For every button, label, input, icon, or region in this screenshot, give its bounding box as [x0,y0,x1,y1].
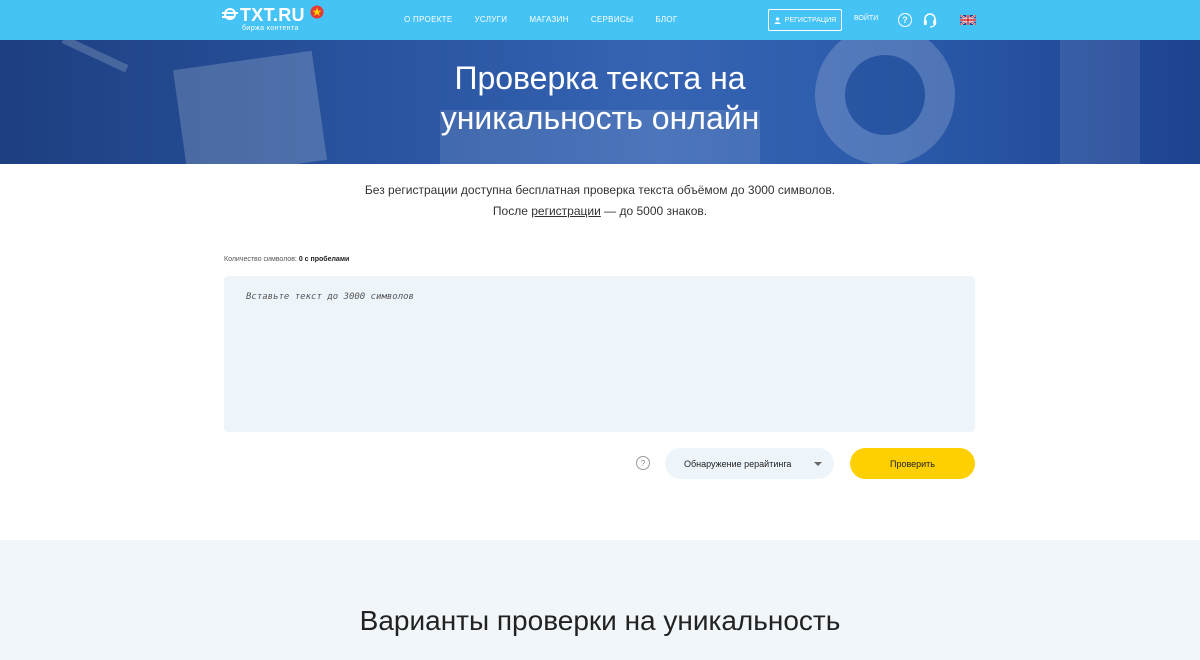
character-count: Количество символов: 0 с пробелами [224,256,349,263]
hero-banner: Проверка текста на уникальность онлайн [0,40,1200,164]
intro-line-2-suffix: — до 5000 знаков. [600,204,708,218]
register-button[interactable]: РЕГИСТРАЦИЯ [768,9,842,31]
register-label: РЕГИСТРАЦИЯ [784,16,837,24]
logo-main: TXT.RU [222,5,305,25]
nav-item-blog[interactable]: БЛОГ [655,14,677,26]
logo-star-icon [310,5,324,19]
logo-subtext: биржа контента [242,25,299,32]
chevron-down-icon [814,462,822,466]
headset-icon[interactable] [922,12,938,28]
nav-item-services[interactable]: УСЛУГИ [475,14,508,26]
check-mode-selected: Обнаружение рерайтинга [684,458,792,469]
intro-text: Без регистрации доступна бесплатная пров… [0,180,1200,222]
intro-line-2-prefix: После [492,204,532,218]
text-input[interactable] [224,276,975,432]
nav-item-about[interactable]: О ПРОЕКТЕ [404,14,453,26]
register-link[interactable]: регистрации [531,204,601,218]
page-title-line-1: Проверка текста на [454,60,746,96]
page-title: Проверка текста на уникальность онлайн [0,58,1200,138]
nav-item-shop[interactable]: МАГАЗИН [529,14,569,26]
login-link[interactable]: ВОЙТИ [854,15,878,22]
main-nav: О ПРОЕКТЕ УСЛУГИ МАГАЗИН СЕРВИСЫ БЛОГ [404,14,700,26]
variants-section: Варианты проверки на уникальность [0,540,1200,660]
check-mode-select[interactable]: Обнаружение рерайтинга [665,448,834,479]
logo-text: TXT.RU [240,5,305,25]
nav-item-tools[interactable]: СЕРВИСЫ [591,14,634,26]
character-count-value: 0 с пробелами [298,256,350,263]
page-title-line-2: уникальность онлайн [440,100,760,136]
top-navigation-bar: TXT.RU биржа контента О ПРОЕКТЕ УСЛУГИ М… [0,0,1200,40]
help-icon[interactable]: ? [898,13,912,27]
variants-title: Варианты проверки на уникальность [359,605,841,636]
character-count-label: Количество символов: [224,256,297,263]
uk-flag-icon[interactable] [960,15,976,25]
intro-line-1: Без регистрации доступна бесплатная пров… [364,183,836,197]
check-button[interactable]: Проверить [850,448,975,479]
logo-mark-icon [222,8,238,22]
user-icon [774,16,781,24]
mode-help-icon[interactable]: ? [636,456,650,470]
intro-line-2: После регистрации — до 5000 знаков. [0,201,1200,222]
